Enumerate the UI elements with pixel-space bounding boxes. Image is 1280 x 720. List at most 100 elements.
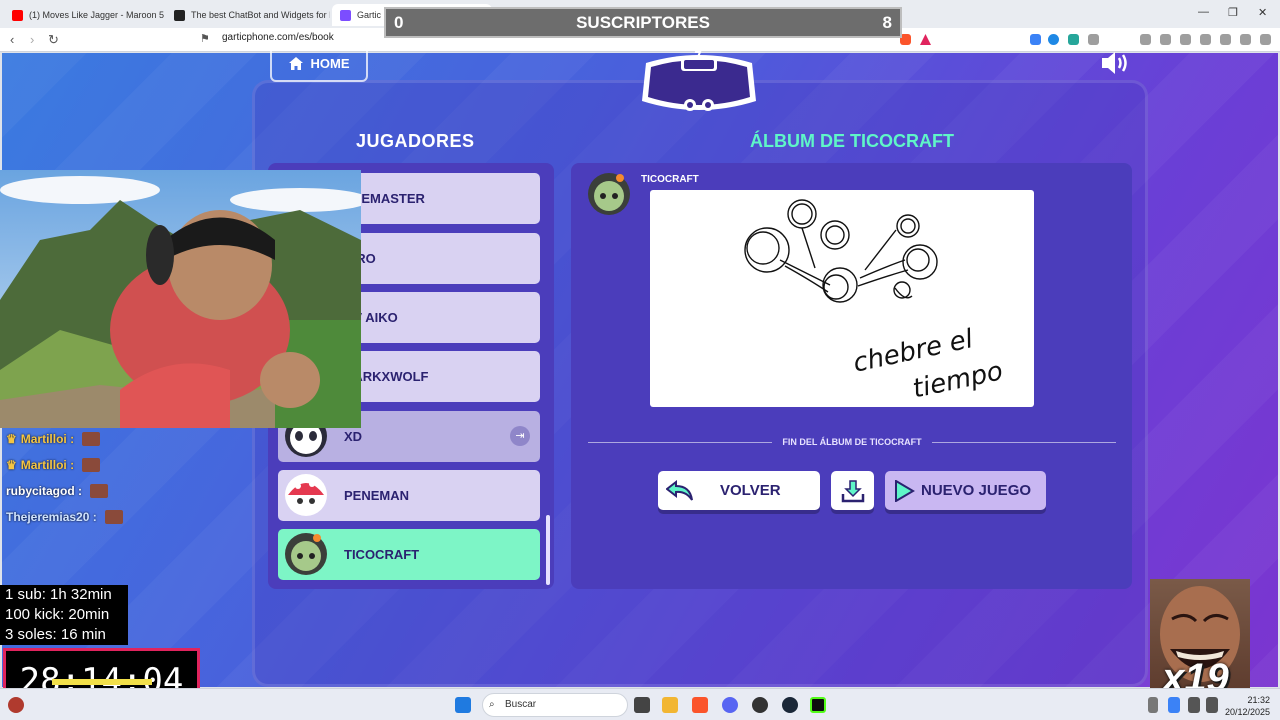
brave-icon[interactable] — [692, 697, 708, 713]
file-explorer-icon[interactable] — [662, 697, 678, 713]
menu-icon[interactable] — [1260, 34, 1271, 45]
tab-chatbot[interactable]: The best ChatBot and Widgets for Ki... — [166, 4, 330, 26]
extension-icon[interactable] — [1030, 34, 1041, 45]
minimize-icon[interactable]: — — [1198, 6, 1209, 18]
play-icon — [895, 479, 915, 502]
wallet-icon[interactable] — [1200, 34, 1211, 45]
emote-icon — [82, 458, 101, 472]
youtube-icon — [12, 9, 23, 21]
album-heading: ÁLBUM DE TICOCRAFT — [750, 131, 954, 151]
chat-user: Martilloi : — [20, 432, 75, 446]
chat-message: ♛ Martilloi : — [6, 426, 123, 452]
steam-icon[interactable] — [782, 697, 798, 713]
search-placeholder: Buscar — [505, 699, 537, 710]
gartic-icon — [340, 9, 351, 21]
speaker-icon[interactable] — [1100, 50, 1132, 76]
player-name: XD — [344, 429, 363, 444]
album-author-name: TICOCRAFT — [641, 174, 699, 185]
list-item[interactable]: PENEMAN — [278, 470, 540, 521]
crown-icon: ♛ — [6, 458, 17, 472]
reload-icon[interactable]: ↻ — [48, 32, 59, 48]
webcam-image — [0, 170, 361, 428]
emote-icon — [90, 484, 109, 498]
tab-youtube[interactable]: (1) Moves Like Jagger - Maroon 5 — [4, 4, 164, 26]
subs-title: SUSCRIPTORES — [576, 13, 710, 32]
download-icon — [841, 479, 864, 502]
taskbar-search[interactable]: ⌕ Buscar — [482, 693, 628, 717]
network-icon[interactable] — [1168, 697, 1180, 713]
drawing: chebre el tiempo — [744, 199, 1006, 405]
back-button[interactable]: VOLVER — [658, 471, 820, 510]
player-name: PENEMAN — [344, 488, 410, 503]
obs-icon[interactable] — [752, 697, 768, 713]
crown-icon: ♛ — [6, 432, 17, 446]
album-end-divider: FIN DEL ÁLBUM DE TICOCRAFT — [588, 437, 1117, 447]
puzzle-icon[interactable] — [1088, 34, 1099, 45]
media-icon[interactable] — [1160, 34, 1171, 45]
extension-icon[interactable] — [1048, 34, 1059, 45]
taskbar-clock[interactable]: 21:32 20/12/2025 — [1222, 694, 1270, 718]
chat-message: Thejeremias20 : — [6, 504, 123, 530]
brave-rewards-icon[interactable] — [920, 34, 931, 45]
subscribers-goal-bar: 0 SUSCRIPTORES 8 — [384, 7, 902, 38]
back-icon[interactable]: ‹ — [10, 32, 14, 47]
emote-icon — [104, 510, 123, 524]
vpn-icon[interactable] — [1240, 34, 1251, 45]
goal-line: 3 soles: 16 min — [5, 626, 106, 643]
chatbot-icon — [174, 9, 185, 21]
album-end-text: FIN DEL ÁLBUM DE TICOCRAFT — [782, 437, 922, 447]
wifi-icon[interactable] — [1188, 697, 1200, 713]
stream-chat: ♛ Martilloi : ♛ Martilloi : rubycitagod … — [6, 426, 123, 530]
player-name: TICOCRAFT — [344, 547, 420, 562]
extension-icon[interactable] — [1068, 34, 1079, 45]
chat-user: Martilloi : — [20, 458, 75, 472]
tab-label: The best ChatBot and Widgets for Ki... — [191, 10, 330, 20]
tab-label: (1) Moves Like Jagger - Maroon 5 — [29, 10, 164, 20]
windows-taskbar: ⌕ Buscar 21:32 20/12/2025 — [0, 688, 1280, 720]
avatar — [588, 173, 630, 215]
forward-icon[interactable]: › — [30, 32, 34, 47]
chat-message: rubycitagod : — [6, 478, 123, 504]
volume-icon[interactable] — [1206, 697, 1218, 713]
search-icon: ⌕ — [489, 699, 495, 710]
maximize-icon[interactable]: ❐ — [1228, 6, 1238, 19]
task-view-icon[interactable] — [634, 697, 650, 713]
download-button[interactable] — [831, 471, 874, 510]
kick-icon[interactable] — [810, 697, 826, 713]
url-field[interactable]: garticphone.com/es/book — [222, 32, 334, 43]
emote-icon — [82, 432, 101, 446]
windows-start-icon[interactable] — [455, 697, 471, 713]
chat-user: rubycitagod : — [6, 484, 83, 498]
subathon-goals: 1 sub: 1h 32min 100 kick: 20min 3 soles:… — [0, 585, 128, 645]
bookmark-icon[interactable]: ⚑ — [200, 32, 210, 45]
tray-chevron-icon[interactable] — [1148, 697, 1158, 713]
home-label: HOME — [310, 56, 350, 71]
new-game-button[interactable]: NUEVO JUEGO — [885, 471, 1046, 510]
gartic-phone-logo — [642, 45, 756, 111]
webcam-overlay — [0, 170, 361, 428]
subs-right-value: 8 — [882, 13, 892, 32]
goal-line: 100 kick: 20min — [5, 606, 110, 623]
avatar — [285, 474, 327, 516]
back-arrow-icon — [666, 479, 693, 501]
home-icon — [288, 57, 303, 70]
sidebar-icon[interactable] — [1180, 34, 1191, 45]
discord-icon[interactable] — [722, 697, 738, 713]
list-item[interactable]: TICOCRAFT — [278, 529, 540, 580]
scrollbar[interactable] — [546, 515, 550, 585]
leo-icon[interactable] — [1220, 34, 1231, 45]
goal-line: 1 sub: 1h 32min — [5, 586, 112, 603]
back-label: VOLVER — [720, 482, 781, 499]
window-close-icon[interactable]: ✕ — [1258, 6, 1267, 19]
home-button[interactable]: HOME — [270, 45, 368, 82]
chat-user: Thejeremias20 : — [6, 510, 97, 524]
timer-progress-bar — [52, 679, 152, 685]
kick-player-icon[interactable]: ⇥ — [510, 426, 530, 446]
drawing-canvas: chebre el tiempo — [650, 190, 1034, 407]
download-icon[interactable] — [1140, 34, 1151, 45]
weather-icon[interactable] — [8, 697, 24, 713]
new-game-label: NUEVO JUEGO — [921, 482, 1032, 499]
clock-date: 20/12/2025 — [1224, 707, 1270, 717]
chat-message: ♛ Martilloi : — [6, 452, 123, 478]
clock-time: 21:32 — [1247, 695, 1270, 705]
